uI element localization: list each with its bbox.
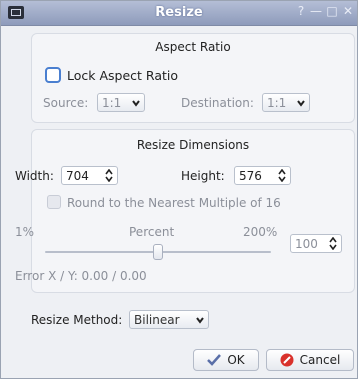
percent-max-label: 200%	[243, 225, 278, 239]
resize-dialog: Resize ? — □ ✕ Aspect Ratio Lock Aspect …	[0, 0, 358, 379]
height-value: 576	[239, 169, 262, 183]
cancel-label: Cancel	[299, 353, 341, 367]
destination-label: Destination:	[181, 96, 254, 110]
help-icon[interactable]: ?	[294, 4, 308, 18]
percent-slider-handle[interactable]	[153, 244, 163, 260]
spin-updown-icon[interactable]	[105, 169, 113, 182]
round-multiple-checkbox[interactable]	[47, 195, 61, 209]
percent-value: 100	[295, 237, 318, 251]
source-ratio-value: 1:1	[102, 96, 122, 110]
checkmark-icon	[207, 354, 222, 366]
height-spinbox[interactable]: 576	[234, 166, 291, 185]
chevron-down-icon	[196, 317, 204, 324]
lock-aspect-ratio-checkbox[interactable]	[45, 67, 61, 83]
spin-updown-icon[interactable]	[329, 237, 337, 250]
ok-button[interactable]: OK	[193, 349, 259, 371]
cancel-icon	[280, 353, 294, 367]
width-spinbox[interactable]: 704	[61, 166, 118, 185]
cancel-button[interactable]: Cancel	[266, 349, 354, 371]
chevron-down-icon	[132, 100, 140, 107]
chevron-down-icon	[297, 100, 305, 107]
resize-dimensions-title: Resize Dimensions	[136, 138, 250, 152]
resize-method-select[interactable]: Bilinear	[129, 310, 209, 329]
close-icon[interactable]: ✕	[341, 4, 355, 18]
width-label: Width:	[15, 169, 54, 183]
minimize-icon[interactable]: —	[309, 4, 323, 18]
ok-label: OK	[227, 353, 245, 367]
maximize-icon[interactable]: □	[325, 4, 339, 18]
percent-spinbox[interactable]: 100	[290, 234, 342, 253]
lock-aspect-ratio-label[interactable]: Lock Aspect Ratio	[67, 68, 178, 83]
destination-ratio-select[interactable]: 1:1	[262, 93, 310, 112]
height-label: Height:	[181, 169, 225, 183]
percent-label: Percent	[129, 225, 175, 239]
title-bar[interactable]: Resize ? — □ ✕	[1, 1, 357, 26]
spin-updown-icon[interactable]	[278, 169, 286, 182]
width-value: 704	[66, 169, 89, 183]
source-ratio-select[interactable]: 1:1	[97, 93, 145, 112]
resize-method-value: Bilinear	[134, 313, 180, 327]
percent-min-label: 1%	[15, 225, 35, 239]
aspect-ratio-title: Aspect Ratio	[155, 40, 231, 54]
destination-ratio-value: 1:1	[267, 96, 287, 110]
resize-method-label: Resize Method:	[31, 313, 123, 327]
round-multiple-label[interactable]: Round to the Nearest Multiple of 16	[67, 196, 281, 210]
error-readout: Error X / Y: 0.00 / 0.00	[15, 269, 147, 283]
source-label: Source:	[43, 96, 89, 110]
